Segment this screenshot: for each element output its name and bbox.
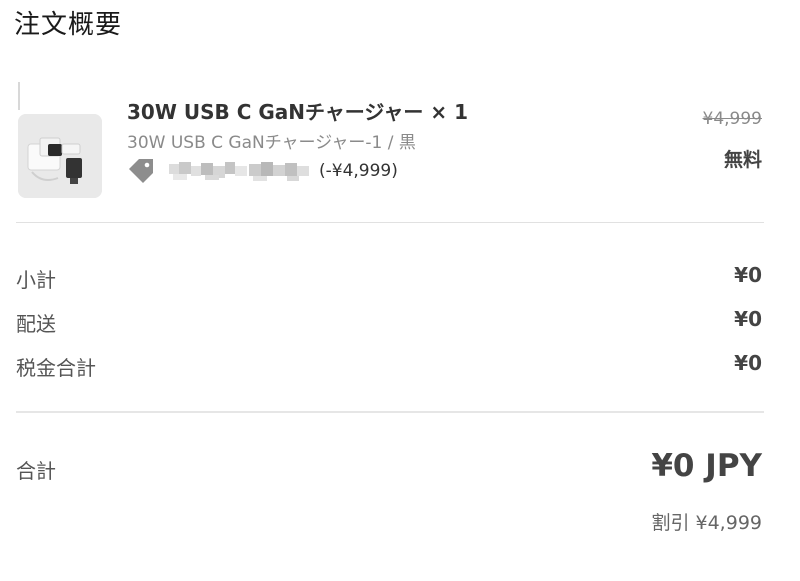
scroll-indicator — [18, 82, 20, 110]
discount-row: (-¥4,999) — [127, 156, 398, 186]
product-variant: 30W USB C GaNチャージャー-1 / 黒 — [127, 133, 416, 153]
savings-text: 割引 ¥4,999 — [651, 512, 762, 534]
total-label: 合計 — [16, 459, 56, 483]
subtotal-label: 小計 — [16, 268, 56, 292]
shipping-label: 配送 — [16, 312, 56, 336]
tax-label: 税金合計 — [16, 356, 96, 380]
tax-value: ¥0 — [734, 351, 762, 375]
subtotal-value: ¥0 — [734, 263, 762, 287]
original-price: ¥4,999 — [702, 109, 762, 129]
order-summary-title: 注文概要 — [14, 10, 123, 40]
tag-icon — [127, 158, 155, 184]
divider — [16, 411, 764, 413]
final-price: 無料 — [723, 149, 762, 171]
discount-amount: (-¥4,999) — [319, 161, 398, 181]
shipping-value: ¥0 — [734, 307, 762, 331]
total-value: ¥0 JPY — [651, 448, 762, 484]
charger-image — [18, 114, 102, 198]
product-thumbnail — [18, 114, 102, 198]
divider — [16, 222, 764, 223]
product-name: 30W USB C GaNチャージャー × 1 — [127, 100, 468, 124]
order-summary-panel: 注文概要 30W USB C GaNチャージャー × 1 30W USB C G… — [0, 0, 800, 581]
redacted-discount-code — [169, 160, 311, 182]
